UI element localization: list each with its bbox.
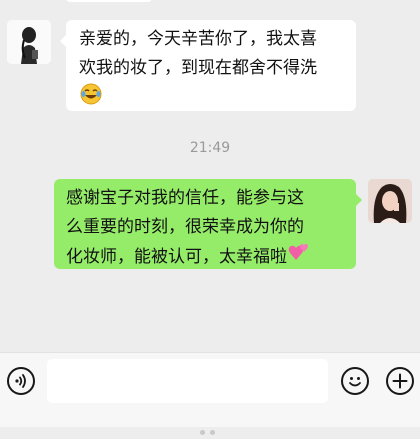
outgoing-message-bubble[interactable]: 感谢宝子对我的信任，能参与这 么重要的时刻，很荣幸成为你的 化妆师，能被认可，太… — [54, 179, 362, 272]
contact-avatar-image — [7, 20, 51, 64]
contact-avatar[interactable] — [7, 20, 51, 64]
laughing-crying-emoji-icon — [80, 83, 102, 115]
outgoing-message-line: 感谢宝子对我的信任，能参与这 — [66, 188, 304, 208]
incoming-message-line: 欢我的妆了，到现在都舍不得洗 — [79, 58, 317, 78]
input-bar — [0, 352, 420, 435]
incoming-message-line: 亲爱的，今天辛苦你了，我太喜 — [79, 29, 317, 49]
incoming-message-bubble[interactable]: 亲爱的，今天辛苦你了，我太喜 欢我的妆了，到现在都舍不得洗 — [60, 20, 356, 111]
my-avatar[interactable] — [368, 179, 412, 223]
previous-message-bubble[interactable] — [66, 0, 152, 2]
message-input[interactable] — [47, 359, 328, 403]
smiley-icon — [349, 377, 361, 387]
outgoing-message-line: 么重要的时刻，很荣幸成为你的 — [66, 217, 304, 237]
home-indicator-dots — [200, 420, 230, 435]
message-timestamp: 21:49 — [189, 140, 231, 156]
two-hearts-emoji-icon — [288, 242, 310, 272]
plus-circle-icon — [392, 373, 408, 389]
emoji-button[interactable] — [341, 367, 369, 395]
more-button[interactable] — [386, 367, 414, 395]
voice-button[interactable] — [7, 367, 35, 395]
my-avatar-image — [368, 179, 412, 223]
voice-icon — [15, 374, 26, 388]
outgoing-message-line: 化妆师，能被认可，太幸福啦 — [66, 247, 287, 267]
chat-area[interactable]: 亲爱的，今天辛苦你了，我太喜 欢我的妆了，到现在都舍不得洗 21:49 感谢宝子… — [0, 0, 420, 352]
